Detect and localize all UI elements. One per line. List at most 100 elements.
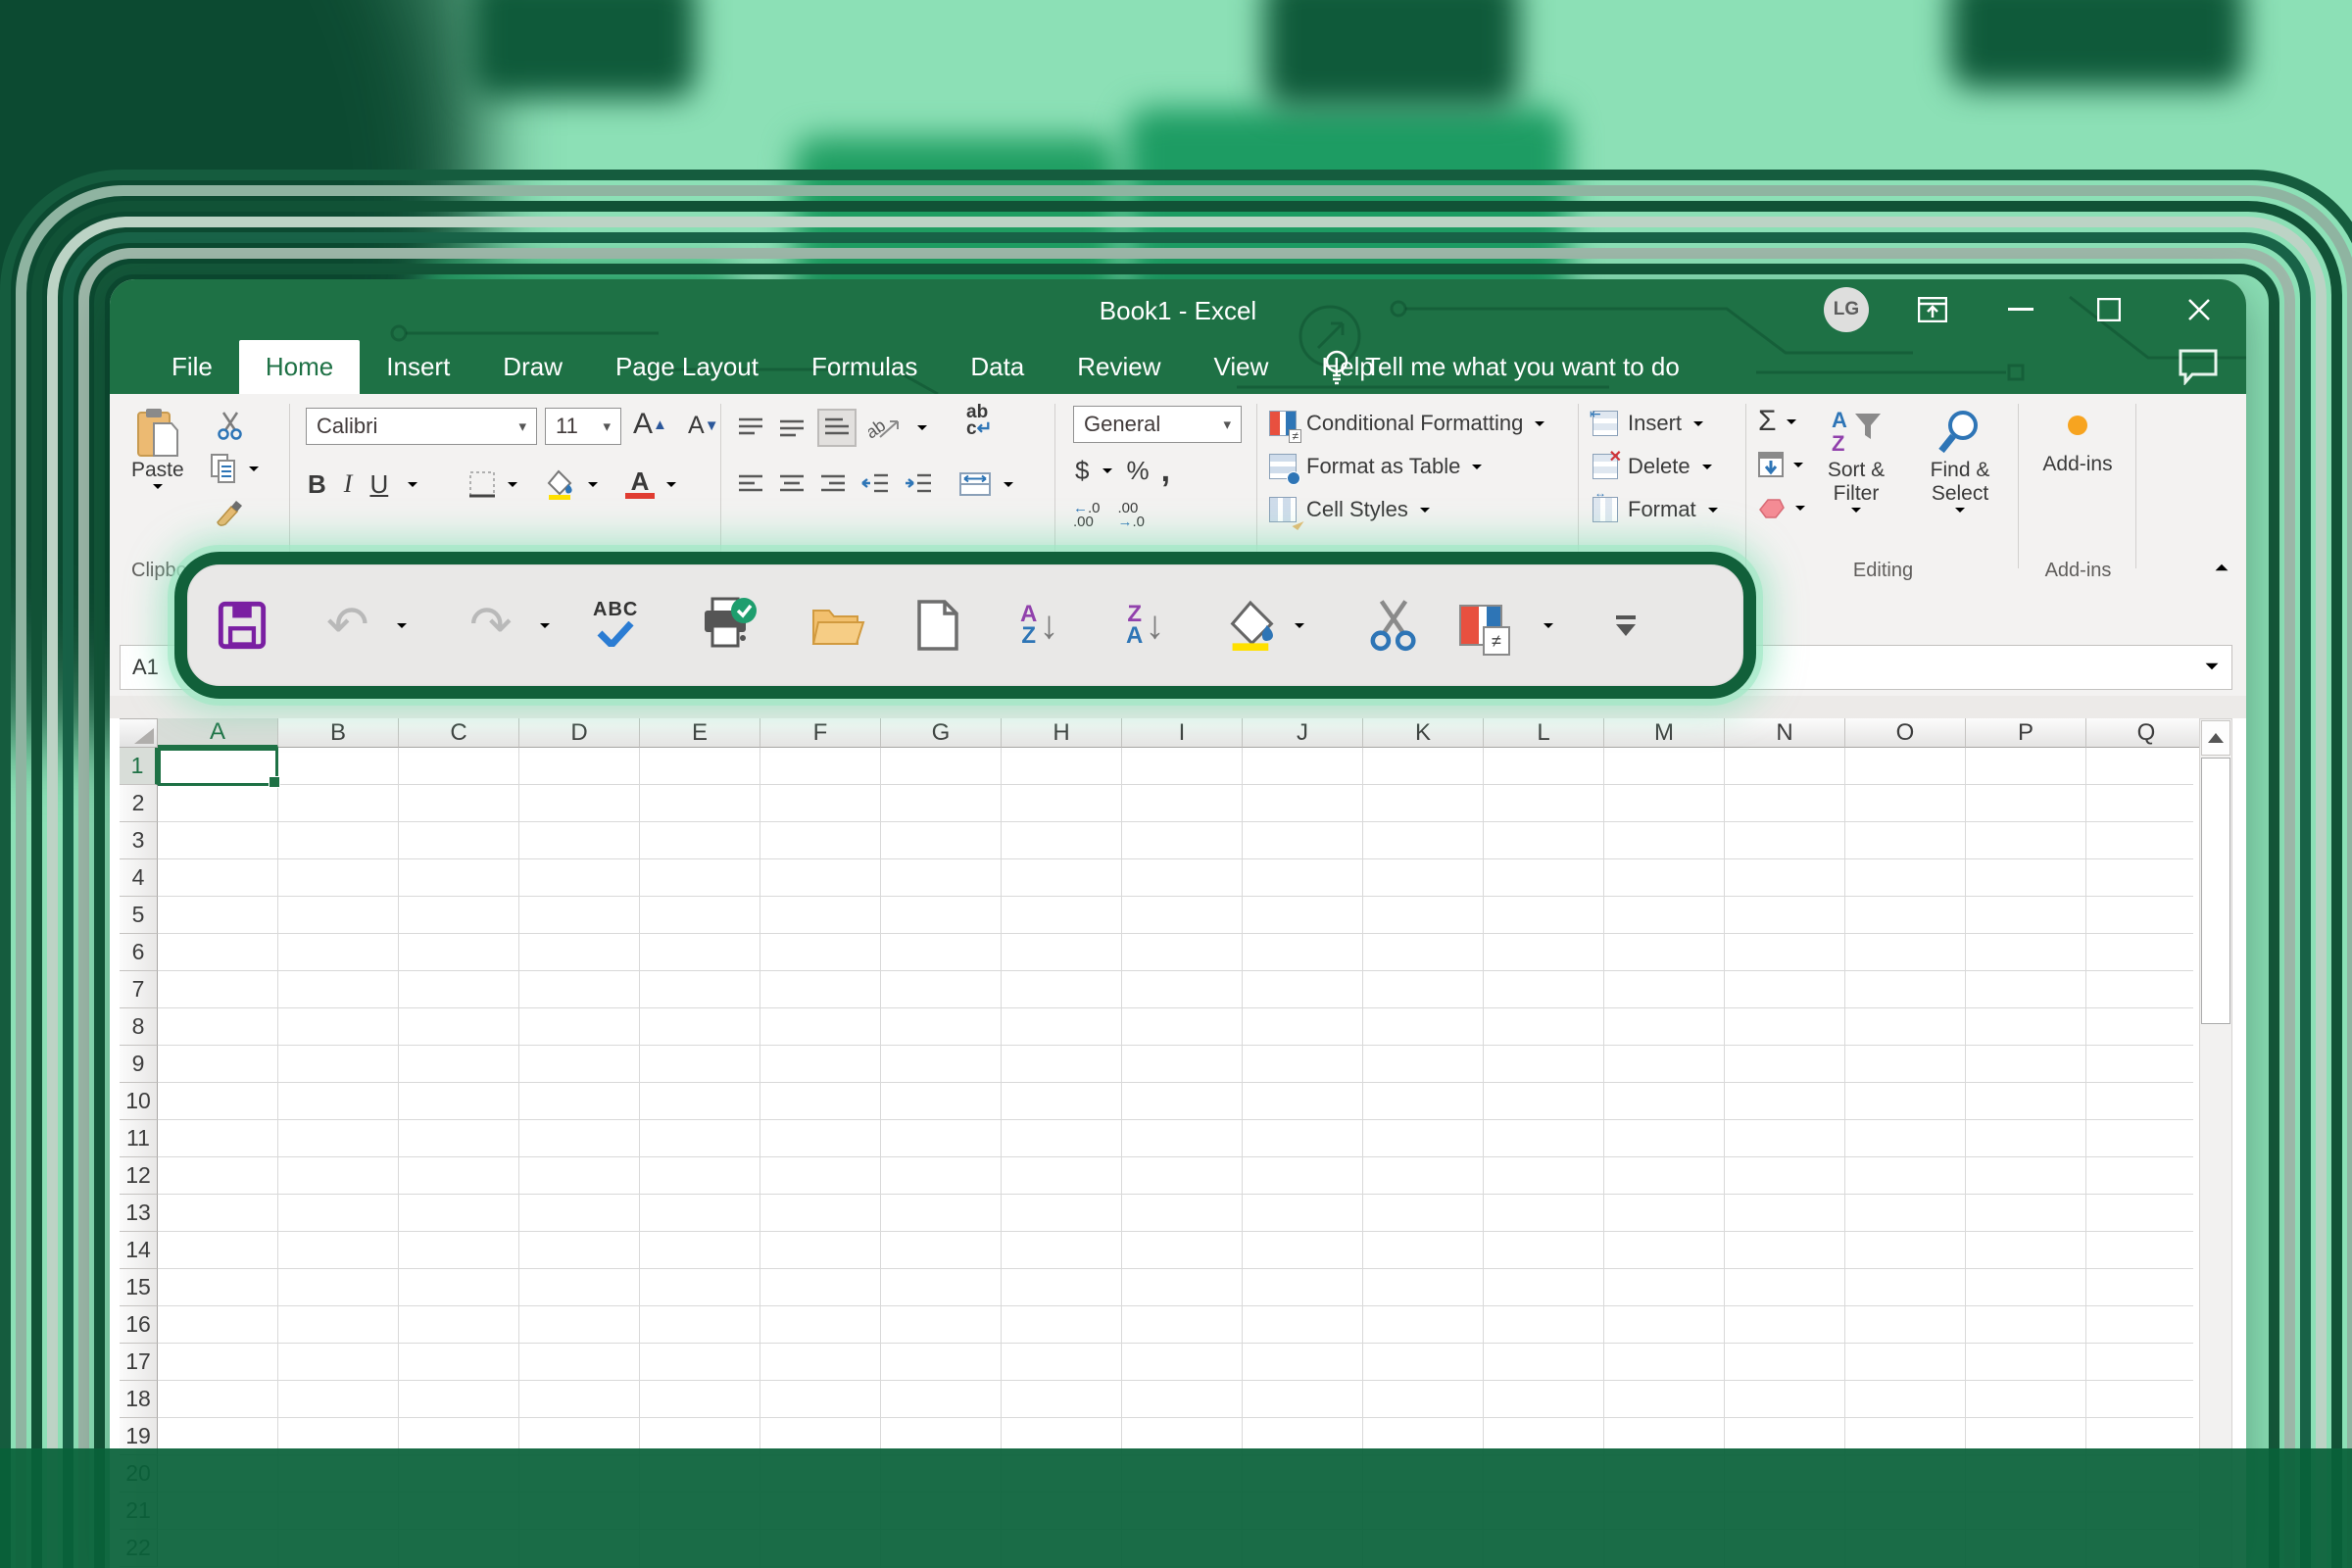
tab-formulas[interactable]: Formulas <box>785 340 944 394</box>
vertical-scrollbar[interactable] <box>2199 718 2232 1568</box>
row-header-1[interactable]: 1 <box>120 748 158 785</box>
format-painter-button[interactable] <box>214 492 243 531</box>
column-header-N[interactable]: N <box>1725 718 1845 748</box>
font-name-combo[interactable]: Calibri ▾ <box>306 408 537 445</box>
paste-dropdown-icon[interactable] <box>151 482 165 491</box>
row-header-13[interactable]: 13 <box>120 1195 158 1232</box>
sort-filter-button[interactable]: A Z Sort & Filter <box>1809 408 1903 514</box>
account-avatar[interactable]: LG <box>1824 287 1869 332</box>
column-header-D[interactable]: D <box>519 718 640 748</box>
conditional-formatting-button[interactable]: ≠ Conditional Formatting <box>1269 404 1546 443</box>
column-header-C[interactable]: C <box>399 718 519 748</box>
tab-page-layout[interactable]: Page Layout <box>589 340 785 394</box>
font-size-combo[interactable]: 11 ▾ <box>545 408 621 445</box>
orientation-button[interactable]: ab <box>868 414 902 441</box>
row-header-15[interactable]: 15 <box>120 1269 158 1306</box>
open-button[interactable] <box>810 564 867 686</box>
align-center-button[interactable] <box>778 473 806 495</box>
column-header-K[interactable]: K <box>1363 718 1484 748</box>
column-header-P[interactable]: P <box>1966 718 2086 748</box>
new-document-button[interactable] <box>916 564 959 686</box>
decrease-decimal-button[interactable]: .00→.0 <box>1118 502 1146 529</box>
row-header-4[interactable]: 4 <box>120 859 158 897</box>
row-header-14[interactable]: 14 <box>120 1232 158 1269</box>
row-header-18[interactable]: 18 <box>120 1381 158 1418</box>
delete-cells-button[interactable]: ✕ Delete <box>1592 447 1714 486</box>
column-header-Q[interactable]: Q <box>2086 718 2207 748</box>
fill-color-button[interactable] <box>545 468 576 500</box>
middle-align-button[interactable] <box>778 416 806 438</box>
align-right-button[interactable] <box>819 473 847 495</box>
scrollbar-thumb[interactable] <box>2201 758 2230 1024</box>
row-header-11[interactable]: 11 <box>120 1120 158 1157</box>
underline-button[interactable]: U <box>369 469 388 500</box>
merge-center-button[interactable] <box>958 471 992 497</box>
row-header-10[interactable]: 10 <box>120 1083 158 1120</box>
row-header-17[interactable]: 17 <box>120 1344 158 1381</box>
undo-dropdown[interactable] <box>395 564 409 686</box>
selected-cell-A1[interactable] <box>158 748 278 786</box>
font-name-dropdown-icon[interactable]: ▾ <box>518 417 526 435</box>
sort-descending-button[interactable]: ZA ↓ <box>1126 564 1164 686</box>
paste-button[interactable]: Paste <box>131 408 184 491</box>
tab-view[interactable]: View <box>1188 340 1296 394</box>
collapse-ribbon-button[interactable] <box>2213 561 2230 578</box>
column-header-J[interactable]: J <box>1243 718 1363 748</box>
autosum-button[interactable]: Σ <box>1758 402 1798 441</box>
column-header-G[interactable]: G <box>881 718 1002 748</box>
conditional-formatting-qat-button[interactable]: ≠ <box>1459 564 1502 686</box>
increase-decimal-button[interactable]: ←.0.00 <box>1073 502 1101 529</box>
row-header-7[interactable]: 7 <box>120 971 158 1008</box>
more-commands-button[interactable] <box>1616 564 1636 686</box>
row-header-9[interactable]: 9 <box>120 1046 158 1083</box>
scroll-up-button[interactable] <box>2201 720 2230 756</box>
row-header-2[interactable]: 2 <box>120 785 158 822</box>
cut-qat-button[interactable] <box>1367 564 1420 686</box>
orientation-dropdown-icon[interactable] <box>915 423 929 432</box>
expand-formula-bar-button[interactable] <box>2203 660 2221 677</box>
bottom-align-button[interactable] <box>819 411 855 445</box>
tab-review[interactable]: Review <box>1051 340 1187 394</box>
cut-button[interactable] <box>216 406 245 445</box>
select-all-corner[interactable] <box>120 718 158 748</box>
font-size-dropdown-icon[interactable]: ▾ <box>603 417 611 435</box>
column-header-M[interactable]: M <box>1604 718 1725 748</box>
column-header-B[interactable]: B <box>278 718 399 748</box>
find-select-button[interactable]: Find & Select <box>1913 408 2007 514</box>
copy-dropdown-icon[interactable] <box>247 465 261 473</box>
comma-button[interactable]: , <box>1161 452 1170 490</box>
spelling-button[interactable]: ABC <box>593 564 638 686</box>
increase-font-button[interactable]: A▲ <box>633 408 667 441</box>
font-color-dropdown-icon[interactable] <box>664 480 678 489</box>
tab-data[interactable]: Data <box>944 340 1051 394</box>
fill-color-qat-button[interactable] <box>1228 564 1279 686</box>
insert-cells-button[interactable]: ⇤ Insert <box>1592 404 1705 443</box>
merge-center-dropdown-icon[interactable] <box>1002 480 1015 489</box>
cell-styles-button[interactable]: Cell Styles <box>1269 490 1432 529</box>
clear-button[interactable] <box>1758 488 1807 527</box>
percent-button[interactable]: % <box>1126 456 1149 486</box>
format-cells-button[interactable]: ↔ Format <box>1592 490 1720 529</box>
redo-dropdown[interactable] <box>538 564 552 686</box>
maximize-button[interactable] <box>2080 285 2138 334</box>
underline-dropdown-icon[interactable] <box>406 480 419 489</box>
close-button[interactable] <box>2170 285 2229 334</box>
borders-dropdown-icon[interactable] <box>506 480 519 489</box>
sort-ascending-button[interactable]: AZ ↓ <box>1020 564 1058 686</box>
font-color-button[interactable]: A <box>625 469 655 499</box>
italic-button[interactable]: I <box>344 469 353 499</box>
copy-button[interactable] <box>210 449 261 488</box>
fill-color-qat-dropdown[interactable] <box>1293 564 1306 686</box>
column-header-L[interactable]: L <box>1484 718 1604 748</box>
currency-button[interactable]: $ <box>1075 456 1089 486</box>
align-left-button[interactable] <box>737 473 764 495</box>
fill-color-dropdown-icon[interactable] <box>586 480 600 489</box>
top-align-button[interactable] <box>737 416 764 438</box>
row-header-8[interactable]: 8 <box>120 1008 158 1046</box>
tab-file[interactable]: File <box>145 340 239 394</box>
tab-home[interactable]: Home <box>239 340 360 394</box>
increase-indent-button[interactable] <box>904 472 933 496</box>
save-button[interactable] <box>217 564 268 686</box>
decrease-font-button[interactable]: A▼ <box>688 412 719 440</box>
cells-area[interactable] <box>158 748 2193 1568</box>
